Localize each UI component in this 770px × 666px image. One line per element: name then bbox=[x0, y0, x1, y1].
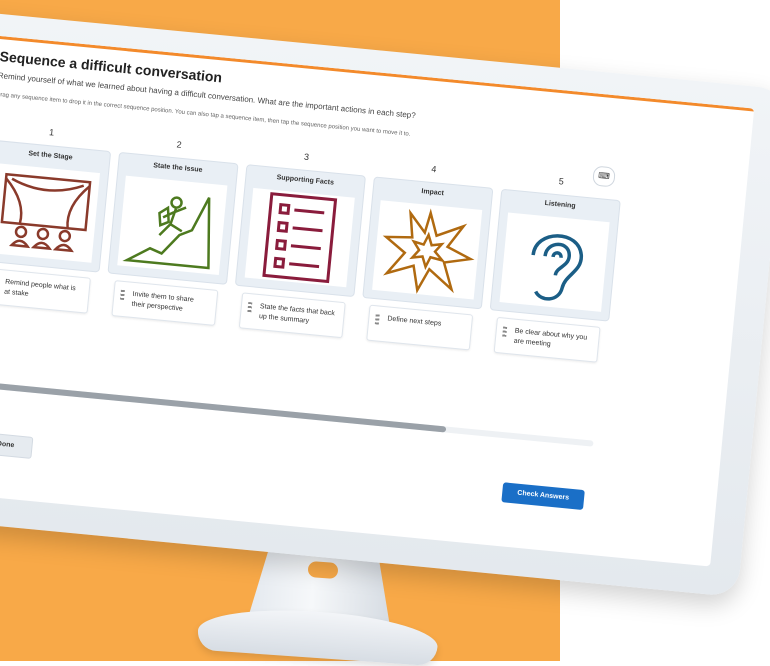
sequence-item-text: Remind people what is at stake bbox=[3, 278, 76, 298]
climber-icon bbox=[117, 175, 228, 276]
card-title: Supporting Facts bbox=[276, 174, 335, 187]
step-number: 2 bbox=[176, 139, 183, 150]
sequence-item[interactable]: Invite them to share their perspective bbox=[111, 280, 219, 326]
sequence-item-text: Be clear about why you are meeting bbox=[513, 327, 588, 349]
monitor-illustration: Sequence a difficult conversation Remind… bbox=[0, 0, 770, 666]
app-screen: Sequence a difficult conversation Remind… bbox=[0, 34, 755, 567]
explosion-icon bbox=[372, 200, 483, 300]
step-number: 1 bbox=[48, 127, 55, 138]
sequence-card: Supporting Facts bbox=[234, 164, 366, 298]
sequence-item[interactable]: State the facts that back up the summary bbox=[238, 292, 346, 339]
sequence-card: State the Issue bbox=[107, 151, 239, 285]
drag-handle-icon[interactable] bbox=[247, 301, 253, 313]
done-button[interactable]: Done bbox=[0, 431, 34, 459]
horizontal-scrollbar[interactable] bbox=[0, 380, 594, 447]
sequence-item[interactable]: Remind people what is at stake bbox=[0, 267, 91, 314]
scrollbar-thumb[interactable] bbox=[0, 380, 447, 433]
sequence-item-text: Define next steps bbox=[387, 315, 442, 328]
checklist-icon bbox=[244, 187, 355, 288]
card-title: Listening bbox=[544, 199, 576, 210]
card-title: State the Issue bbox=[152, 162, 203, 174]
check-answers-button[interactable]: Check Answers bbox=[501, 482, 585, 511]
card-title: Set the Stage bbox=[28, 150, 73, 162]
sequence-column-4: 4 Impact Define next steps bbox=[362, 159, 494, 351]
step-number: 3 bbox=[303, 151, 310, 163]
sequence-item[interactable]: Define next steps bbox=[366, 304, 474, 351]
stage-audience-icon bbox=[0, 163, 101, 263]
step-number: 4 bbox=[430, 163, 437, 175]
monitor-bezel: Sequence a difficult conversation Remind… bbox=[0, 10, 770, 598]
sequence-column-3: 3 Supporting Facts State the facts that … bbox=[234, 146, 366, 339]
monitor-stand-base bbox=[196, 603, 440, 666]
sequence-item-text: State the facts that back up the summary bbox=[258, 303, 336, 325]
drag-handle-icon[interactable] bbox=[119, 289, 125, 301]
card-title: Impact bbox=[421, 188, 445, 198]
sequence-card: Impact bbox=[362, 176, 494, 310]
drag-handle-icon[interactable] bbox=[374, 314, 380, 325]
drag-handle-icon[interactable] bbox=[502, 326, 508, 337]
sequence-column-1: 1 Set the Stage Remind people what is at… bbox=[0, 122, 112, 314]
sequence-card: Set the Stage bbox=[0, 139, 112, 273]
sequence-card: Listening bbox=[489, 188, 621, 322]
sequence-item-text: Invite them to share their perspective bbox=[131, 290, 195, 313]
ear-icon bbox=[499, 212, 610, 312]
monitor-stand-slot bbox=[307, 560, 339, 580]
sequence-item[interactable]: Be clear about why you are meeting bbox=[493, 316, 601, 363]
sequence-column-2: 2 State the Issue Invite them to share t… bbox=[107, 134, 239, 326]
